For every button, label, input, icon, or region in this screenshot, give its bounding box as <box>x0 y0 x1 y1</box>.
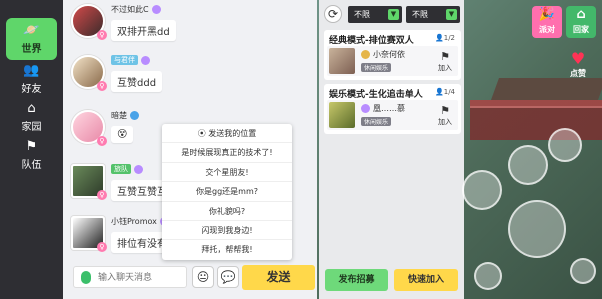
emoji-button[interactable]: 😐 <box>192 266 214 288</box>
location-pin-icon: ⦿ <box>197 129 209 138</box>
join-button[interactable]: ⚑ 加入 <box>436 51 454 73</box>
flag-icon: ⚑ <box>25 138 38 154</box>
room-tag: 休闲娱乐 <box>361 63 392 72</box>
chat-username: 与君伴 <box>111 55 150 65</box>
vip-badge-icon <box>130 111 139 120</box>
gender-icon: ♀ <box>97 81 107 91</box>
chat-input-box[interactable] <box>73 266 187 288</box>
quick-join-button[interactable]: 快速加入 <box>394 269 458 291</box>
vip-badge-icon <box>141 55 150 65</box>
party-icon: 🎉 <box>538 7 556 22</box>
chat-username: 旅队 <box>111 164 143 174</box>
room-owner-name: 小奈何依 <box>361 49 405 60</box>
chat-input-field[interactable] <box>98 270 183 285</box>
jump-button[interactable] <box>508 200 566 258</box>
party-button[interactable]: 🎉 派对 <box>532 6 562 38</box>
gender-icon: ♀ <box>97 190 107 200</box>
left-nav: 🪐 世界 👥 好友 ⌂ 家园 ⚑ 队伍 <box>0 0 63 299</box>
home-icon: ⌂ <box>27 100 36 116</box>
skill-button-5[interactable] <box>474 262 502 290</box>
crown-icon <box>361 104 370 113</box>
skill-button-1[interactable] <box>462 170 502 210</box>
room-owner-avatar <box>329 102 355 128</box>
chat-username: 不过如此C <box>111 4 161 15</box>
send-button[interactable]: 发送 <box>242 265 315 290</box>
room-list-panel: ⟳ 不限 ▼ 不限 ▼ 经典模式-排位赛双人 👤1/2 小奈何依 休闲娱乐 ⚑ 加… <box>319 0 464 299</box>
filter-value: 不限 <box>354 10 370 19</box>
skill-button-3[interactable] <box>548 128 582 162</box>
filter-dropdown-2[interactable]: 不限 ▼ <box>406 6 460 23</box>
chat-bubble: 双排开黑dd <box>111 20 176 41</box>
chevron-down-icon: ▼ <box>446 9 457 20</box>
room-card[interactable]: 娱乐模式-生化追击单人 👤1/4 凰……慕 休闲娱乐 ⚑ 加入 <box>324 84 461 134</box>
nav-item-team[interactable]: ⚑ 队伍 <box>6 134 57 176</box>
red-fence <box>470 100 602 140</box>
heart-icon: ♥ <box>570 49 586 68</box>
refresh-icon[interactable]: ⟳ <box>324 5 342 23</box>
title-tag: 与君伴 <box>111 55 138 65</box>
phrase-item[interactable]: 交个星朋友! <box>162 163 292 183</box>
room-entry: 凰……慕 休闲娱乐 ⚑ 加入 <box>327 100 458 130</box>
gender-icon: ♀ <box>97 30 107 40</box>
chat-bubble: 互赞ddd <box>111 71 163 92</box>
skill-button-2[interactable] <box>508 145 548 185</box>
flag-icon: ⚑ <box>440 50 450 63</box>
nav-label: 好友 <box>21 83 42 95</box>
flag-icon: ⚑ <box>440 104 450 117</box>
room-owner-name: 凰……慕 <box>361 103 405 114</box>
nav-item-world[interactable]: 🪐 世界 <box>6 18 57 60</box>
microphone-icon[interactable] <box>81 271 91 284</box>
room-title: 经典模式-排位赛双人 <box>329 36 414 46</box>
chat-username: 暗楚 <box>111 110 139 121</box>
nav-item-friends[interactable]: 👥 好友 <box>6 58 57 100</box>
nav-label: 家园 <box>21 121 42 133</box>
phrase-item[interactable]: 闪现到我身边! <box>162 221 292 241</box>
title-tag: 旅队 <box>111 164 131 174</box>
filter-dropdown-1[interactable]: 不限 ▼ <box>348 6 402 23</box>
filter-value: 不限 <box>412 10 428 19</box>
chat-username: 小钰Promox <box>111 216 169 227</box>
nav-label: 队伍 <box>21 159 42 171</box>
room-tag: 休闲娱乐 <box>361 117 392 126</box>
publish-recruit-button[interactable]: 发布招募 <box>325 269 388 291</box>
nav-item-home[interactable]: ⌂ 家园 <box>6 96 57 138</box>
chat-bubble: 😵 <box>111 126 134 143</box>
friends-icon: 👥 <box>23 62 40 78</box>
gender-icon: ♀ <box>97 242 107 252</box>
quick-phrase-menu: ⦿ 发送我的位置 是时候展现真正的技术了! 交个星朋友! 你是gg还是mm? 你… <box>162 124 292 260</box>
room-owner-avatar <box>329 48 355 74</box>
join-button[interactable]: ⚑ 加入 <box>436 105 454 127</box>
room-card[interactable]: 经典模式-排位赛双人 👤1/2 小奈何依 休闲娱乐 ⚑ 加入 <box>324 30 461 80</box>
phrase-item[interactable]: 你礼貌吗? <box>162 202 292 221</box>
room-entry: 小奈何依 休闲娱乐 ⚑ 加入 <box>327 46 458 76</box>
building-roof <box>490 78 602 100</box>
like-button[interactable]: ♥ 点赞 <box>566 50 590 79</box>
quick-phrase-button[interactable]: 💬 <box>217 266 239 288</box>
room-title: 娱乐模式-生化追击单人 <box>329 90 423 100</box>
nav-label: 世界 <box>21 43 42 55</box>
skill-button-4[interactable] <box>570 258 596 284</box>
gender-icon: ♀ <box>97 136 107 146</box>
crown-icon <box>361 50 370 59</box>
phrase-item[interactable]: 是时候展现真正的技术了! <box>162 143 292 163</box>
room-player-count: 👤1/4 <box>435 88 455 96</box>
home-icon: ⌂ <box>576 7 586 22</box>
vip-badge-icon <box>151 5 161 14</box>
phrase-item[interactable]: 你是gg还是mm? <box>162 182 292 202</box>
chevron-down-icon: ▼ <box>388 9 399 20</box>
vip-badge-icon <box>134 164 143 174</box>
planet-icon: 🪐 <box>23 22 40 38</box>
room-player-count: 👤1/2 <box>435 34 455 42</box>
phrase-send-location[interactable]: ⦿ 发送我的位置 <box>162 124 292 144</box>
phrase-item[interactable]: 拜托，帮帮我! <box>162 240 292 259</box>
home-button[interactable]: ⌂ 回家 <box>566 6 596 38</box>
